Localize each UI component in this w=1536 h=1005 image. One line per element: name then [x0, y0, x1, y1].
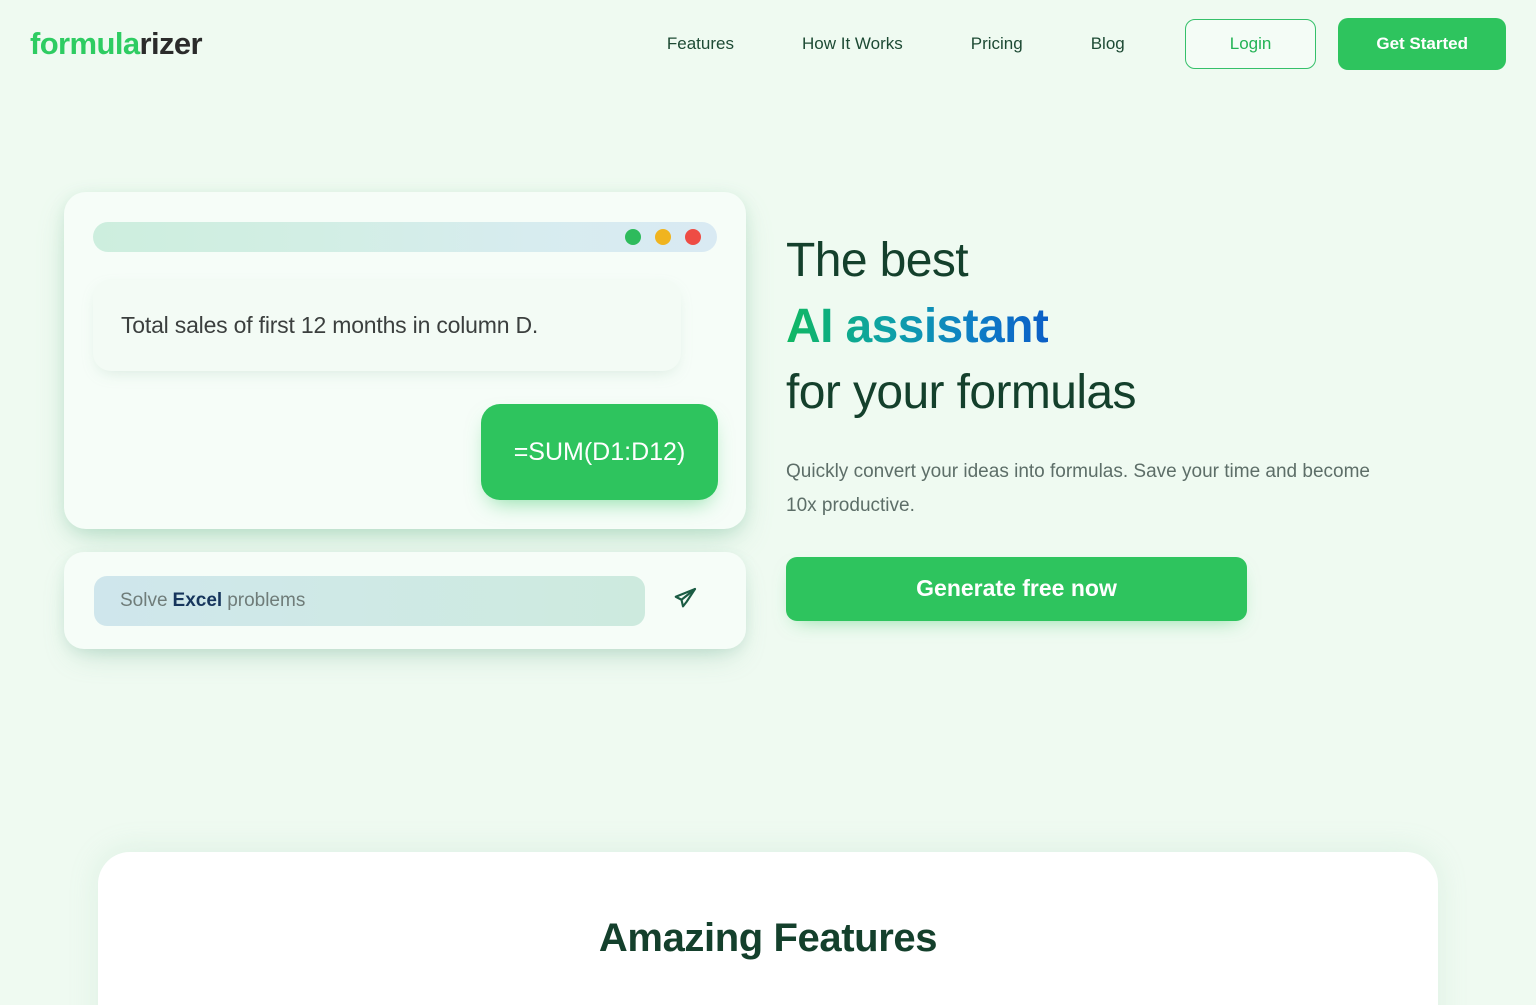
- send-button[interactable]: [665, 581, 705, 621]
- hero-copy: The best AI assistant for your formulas …: [786, 228, 1486, 621]
- prompt-prefix: Solve: [120, 589, 168, 611]
- hero-headline-line1: The best: [786, 234, 969, 287]
- get-started-button[interactable]: Get Started: [1338, 18, 1506, 70]
- demo-input-card: Solve Excel problems: [64, 552, 746, 649]
- demo-window-titlebar: [93, 222, 717, 252]
- demo-query-text: Total sales of first 12 months in column…: [121, 311, 539, 338]
- demo-formula-bubble: =SUM(D1:D12): [481, 404, 718, 500]
- nav-item-features[interactable]: Features: [667, 26, 734, 62]
- features-section-title: Amazing Features: [598, 916, 938, 960]
- generate-free-button[interactable]: Generate free now: [786, 556, 1247, 621]
- nav-item-pricing[interactable]: Pricing: [971, 26, 1023, 62]
- prompt-input-text: Solve Excel problems: [120, 590, 305, 612]
- send-icon: [670, 584, 700, 617]
- prompt-highlight: Excel: [172, 589, 223, 611]
- prompt-input[interactable]: Solve Excel problems: [94, 575, 645, 626]
- logo-secondary-text: rizer: [139, 26, 202, 61]
- window-maximize-dot-icon[interactable]: [655, 229, 671, 245]
- nav-item-how-it-works[interactable]: How It Works: [802, 26, 903, 62]
- window-minimize-dot-icon[interactable]: [625, 229, 641, 245]
- window-close-dot-icon[interactable]: [685, 229, 701, 245]
- prompt-suffix: problems: [227, 589, 306, 611]
- logo-primary-text: formula: [30, 26, 140, 61]
- logo[interactable]: formularizer: [30, 26, 203, 62]
- site-header: formularizer Features How It Works Prici…: [0, 0, 1536, 88]
- hero-headline-line2: AI assistant: [786, 294, 1049, 360]
- demo-window: Total sales of first 12 months in column…: [64, 192, 746, 529]
- nav-item-blog[interactable]: Blog: [1091, 26, 1125, 62]
- hero-subtitle: Quickly convert your ideas into formulas…: [786, 461, 1370, 517]
- main-navigation: Features How It Works Pricing Blog Login…: [667, 18, 1506, 70]
- features-section: Amazing Features: [98, 852, 1438, 1005]
- demo-formula-text: =SUM(D1:D12): [513, 437, 686, 466]
- login-button[interactable]: Login: [1184, 19, 1317, 69]
- demo-query-bubble: Total sales of first 12 months in column…: [93, 279, 681, 371]
- hero-headline-line3: for your formulas: [786, 365, 1137, 419]
